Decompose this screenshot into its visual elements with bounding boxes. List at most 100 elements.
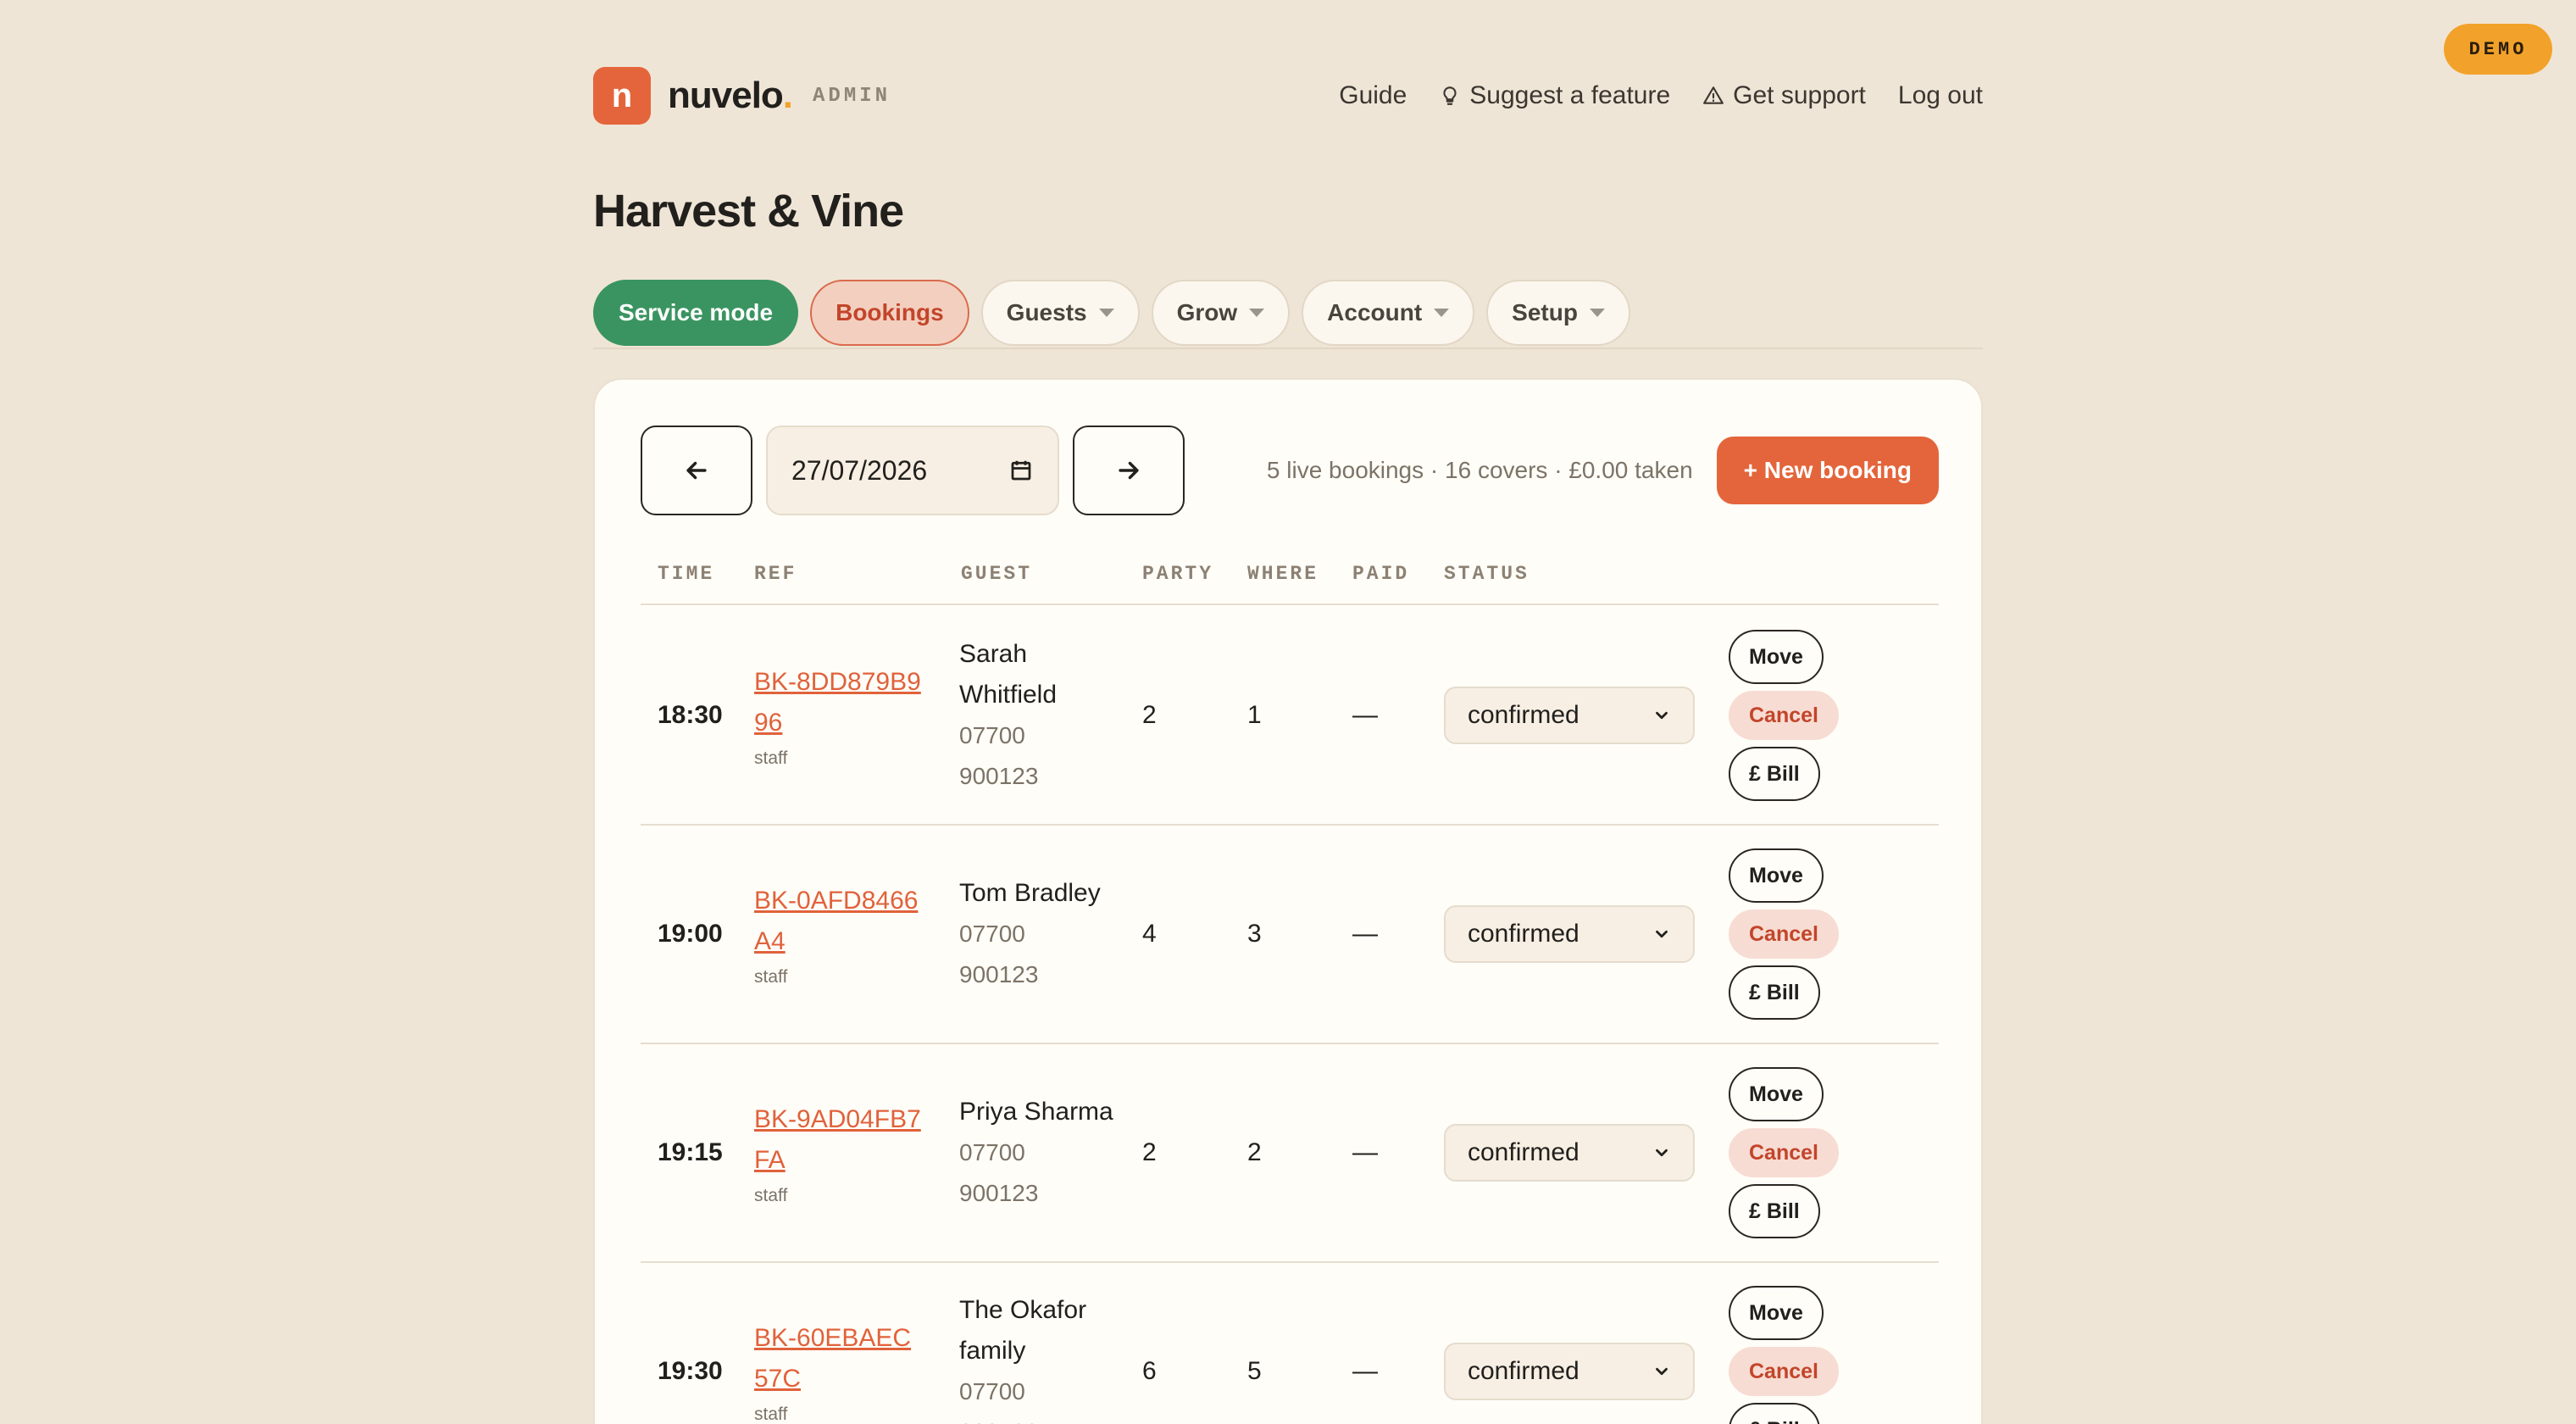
status-select[interactable]: confirmed bbox=[1444, 1343, 1695, 1400]
header-guest: GUEST bbox=[961, 563, 1033, 585]
row-actions: Move Cancel £ Bill bbox=[1729, 1044, 1839, 1261]
cancel-button[interactable]: Cancel bbox=[1729, 1347, 1839, 1396]
guide-label: Guide bbox=[1339, 81, 1407, 109]
table-number: 3 bbox=[1247, 920, 1262, 948]
guest-cell: Tom Bradley 07700 900123 bbox=[959, 826, 1120, 1043]
booking-source: staff bbox=[754, 967, 788, 987]
move-button[interactable]: Move bbox=[1729, 1067, 1824, 1121]
status-cell: confirmed bbox=[1444, 826, 1695, 1043]
log-out-label: Log out bbox=[1897, 81, 1983, 109]
get-support-link[interactable]: Get support bbox=[1702, 81, 1866, 110]
booking-ref-link[interactable]: BK-9AD04FB7FA bbox=[754, 1099, 924, 1181]
header-paid: PAID bbox=[1352, 563, 1410, 585]
date-input[interactable]: 27/07/2026 bbox=[766, 426, 1059, 515]
guest-name: Priya Sharma bbox=[959, 1098, 1113, 1126]
warning-icon bbox=[1703, 86, 1724, 104]
booking-time: 19:00 bbox=[658, 920, 723, 948]
status-cell: confirmed bbox=[1444, 1263, 1695, 1424]
tab-guests[interactable]: Guests bbox=[980, 280, 1140, 346]
booking-ref-link[interactable]: BK-0AFD8466A4 bbox=[754, 881, 924, 962]
booking-ref-cell: BK-0AFD8466A4 staff bbox=[754, 826, 924, 1043]
guest-name: Tom Bradley bbox=[959, 879, 1101, 907]
main-tabs: Service mode Bookings Guests Grow Accoun… bbox=[593, 280, 1983, 349]
tab-bookings[interactable]: Bookings bbox=[810, 280, 969, 346]
paid-status: — bbox=[1352, 1138, 1378, 1166]
move-button[interactable]: Move bbox=[1729, 1286, 1824, 1340]
guest-phone: 07700 900123 bbox=[959, 921, 1039, 987]
brand-name: nuvelo. bbox=[668, 75, 793, 116]
brand[interactable]: n nuvelo. ADMIN bbox=[593, 67, 891, 125]
table-number: 5 bbox=[1247, 1357, 1262, 1385]
new-booking-button[interactable]: + New booking bbox=[1716, 437, 1939, 504]
caret-down-icon bbox=[1434, 309, 1450, 317]
tab-setup-label: Setup bbox=[1512, 299, 1578, 325]
chevron-down-icon bbox=[1656, 930, 1668, 938]
cancel-button[interactable]: Cancel bbox=[1729, 691, 1839, 740]
log-out-link[interactable]: Log out bbox=[1898, 81, 1983, 110]
previous-day-button[interactable] bbox=[641, 426, 752, 515]
chevron-down-icon bbox=[1656, 711, 1668, 720]
row-actions: Move Cancel £ Bill bbox=[1729, 826, 1839, 1043]
caret-down-icon bbox=[1249, 309, 1265, 317]
guest-phone: 07700 900123 bbox=[959, 1378, 1038, 1424]
table-number: 1 bbox=[1247, 701, 1262, 729]
guest-phone: 07700 900123 bbox=[959, 1139, 1039, 1206]
header-time: TIME bbox=[658, 563, 715, 585]
tab-bookings-label: Bookings bbox=[836, 299, 944, 325]
bill-button[interactable]: £ Bill bbox=[1729, 1403, 1820, 1424]
booking-ref-cell: BK-8DD879B996 staff bbox=[754, 607, 924, 824]
guest-cell: Priya Sharma 07700 900123 bbox=[959, 1044, 1120, 1261]
bookings-card: 27/07/2026 5 live bookings · 16 covers ·… bbox=[593, 378, 1983, 1424]
booking-ref-cell: BK-9AD04FB7FA staff bbox=[754, 1044, 924, 1261]
paid-status: — bbox=[1352, 920, 1378, 948]
status-value: confirmed bbox=[1468, 701, 1579, 729]
paid-status: — bbox=[1352, 1357, 1378, 1385]
tab-guests-label: Guests bbox=[1006, 299, 1087, 325]
cancel-button[interactable]: Cancel bbox=[1729, 909, 1839, 959]
booking-ref-link[interactable]: BK-8DD879B996 bbox=[754, 662, 924, 743]
table-row: 19:30 BK-60EBAEC57C staff The Okafor fam… bbox=[641, 1263, 1939, 1424]
tab-setup[interactable]: Setup bbox=[1486, 280, 1630, 346]
status-value: confirmed bbox=[1468, 920, 1579, 948]
bill-button[interactable]: £ Bill bbox=[1729, 747, 1820, 801]
tab-service-mode[interactable]: Service mode bbox=[593, 280, 799, 346]
brand-dot: . bbox=[782, 75, 793, 116]
logo-icon: n bbox=[593, 67, 651, 125]
tab-grow-label: Grow bbox=[1176, 299, 1238, 325]
get-support-label: Get support bbox=[1733, 81, 1866, 109]
suggest-feature-label: Suggest a feature bbox=[1469, 81, 1671, 109]
status-select[interactable]: confirmed bbox=[1444, 905, 1695, 963]
status-cell: confirmed bbox=[1444, 607, 1695, 824]
header-party: PARTY bbox=[1142, 563, 1214, 585]
table-header: TIME REF GUEST PARTY WHERE PAID STATUS bbox=[641, 548, 1939, 605]
bill-button[interactable]: £ Bill bbox=[1729, 1184, 1820, 1238]
venue-title: Harvest & Vine bbox=[593, 186, 904, 236]
status-value: confirmed bbox=[1468, 1138, 1579, 1166]
party-size: 6 bbox=[1142, 1357, 1157, 1385]
status-value: confirmed bbox=[1468, 1357, 1579, 1385]
guide-link[interactable]: Guide bbox=[1339, 81, 1407, 110]
status-cell: confirmed bbox=[1444, 1044, 1695, 1261]
tab-grow[interactable]: Grow bbox=[1151, 280, 1291, 346]
next-day-button[interactable] bbox=[1073, 426, 1185, 515]
booking-source: staff bbox=[754, 1405, 788, 1424]
chevron-down-icon bbox=[1656, 1149, 1668, 1157]
paid-status: — bbox=[1352, 701, 1378, 729]
booking-ref-link[interactable]: BK-60EBAEC57C bbox=[754, 1318, 924, 1399]
suggest-feature-link[interactable]: Suggest a feature bbox=[1439, 81, 1670, 110]
guest-cell: Sarah Whitfield 07700 900123 bbox=[959, 607, 1120, 824]
date-value: 27/07/2026 bbox=[791, 454, 928, 486]
status-select[interactable]: confirmed bbox=[1444, 687, 1695, 744]
status-select[interactable]: confirmed bbox=[1444, 1124, 1695, 1182]
guest-cell: The Okafor family 07700 900123 bbox=[959, 1263, 1120, 1424]
bill-button[interactable]: £ Bill bbox=[1729, 965, 1820, 1020]
table-number: 2 bbox=[1247, 1138, 1262, 1166]
tab-account[interactable]: Account bbox=[1302, 280, 1475, 346]
calendar-icon[interactable] bbox=[1008, 458, 1034, 483]
arrow-right-icon bbox=[1119, 461, 1139, 480]
move-button[interactable]: Move bbox=[1729, 630, 1824, 684]
row-actions: Move Cancel £ Bill bbox=[1729, 607, 1839, 824]
cancel-button[interactable]: Cancel bbox=[1729, 1128, 1839, 1177]
header-ref: REF bbox=[754, 563, 797, 585]
move-button[interactable]: Move bbox=[1729, 848, 1824, 903]
